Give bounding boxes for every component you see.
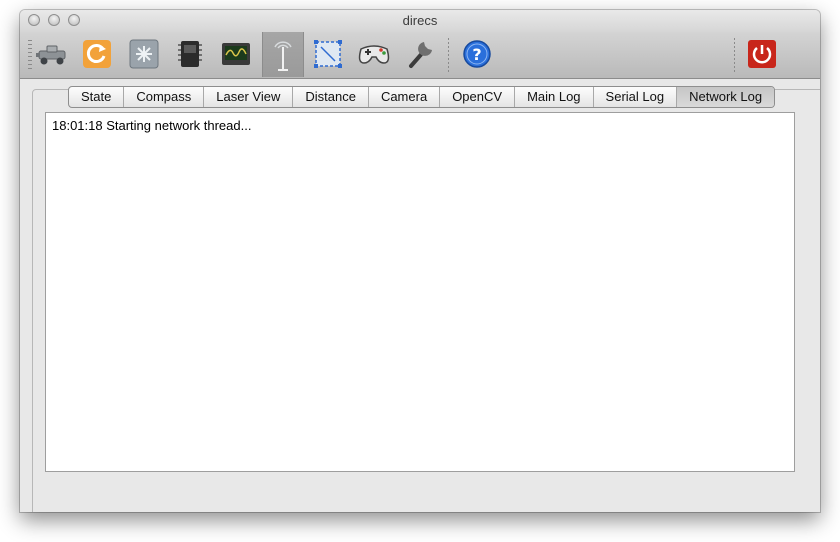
power-icon [748, 40, 776, 68]
reset-button[interactable] [79, 36, 115, 72]
tab-state[interactable]: State [69, 87, 125, 107]
gamepad-icon [358, 45, 390, 64]
tab-serial-log[interactable]: Serial Log [594, 87, 678, 107]
reset-icon [83, 40, 111, 68]
network-button[interactable] [262, 32, 304, 77]
settings-button[interactable] [402, 36, 438, 72]
toolbar-grip[interactable] [28, 40, 32, 70]
chip-button[interactable] [172, 36, 208, 72]
tab-laser-view[interactable]: Laser View [204, 87, 294, 107]
oscilloscope-button[interactable] [218, 36, 254, 72]
tab-main-log[interactable]: Main Log [515, 87, 594, 107]
toolbar: ? [20, 32, 820, 79]
tab-opencv[interactable]: OpenCV [440, 87, 516, 107]
gamepad-button[interactable] [356, 36, 392, 72]
help-button[interactable]: ? [459, 36, 495, 72]
tab-bar: State Compass Laser View Distance Camera… [68, 86, 776, 108]
title-bar: direcs [20, 10, 820, 32]
tab-camera[interactable]: Camera [369, 87, 441, 107]
network-log-textarea[interactable]: 18:01:18 Starting network thread... [45, 112, 795, 472]
quit-button[interactable] [744, 36, 780, 72]
app-window: direcs ? State Compass Laser View Distan… [20, 10, 820, 512]
selection-icon [314, 40, 342, 68]
tab-network-log[interactable]: Network Log [677, 87, 775, 107]
antenna-icon [274, 40, 292, 71]
oscilloscope-icon [222, 43, 250, 65]
tab-distance[interactable]: Distance [293, 87, 369, 107]
robot-button[interactable] [34, 36, 70, 72]
robot-icon [36, 45, 66, 65]
toolbar-separator [448, 38, 449, 74]
chip-icon [178, 41, 202, 67]
help-icon: ? [463, 40, 491, 68]
sensor-button[interactable] [126, 36, 162, 72]
log-line: 18:01:18 Starting network thread... [52, 118, 252, 133]
selection-button[interactable] [310, 36, 346, 72]
sensor-icon [129, 39, 159, 69]
tab-compass[interactable]: Compass [124, 87, 205, 107]
window-title: direcs [402, 13, 438, 28]
svg-text:?: ? [472, 45, 481, 64]
toolbar-separator [734, 38, 735, 74]
wrench-icon [409, 42, 432, 68]
